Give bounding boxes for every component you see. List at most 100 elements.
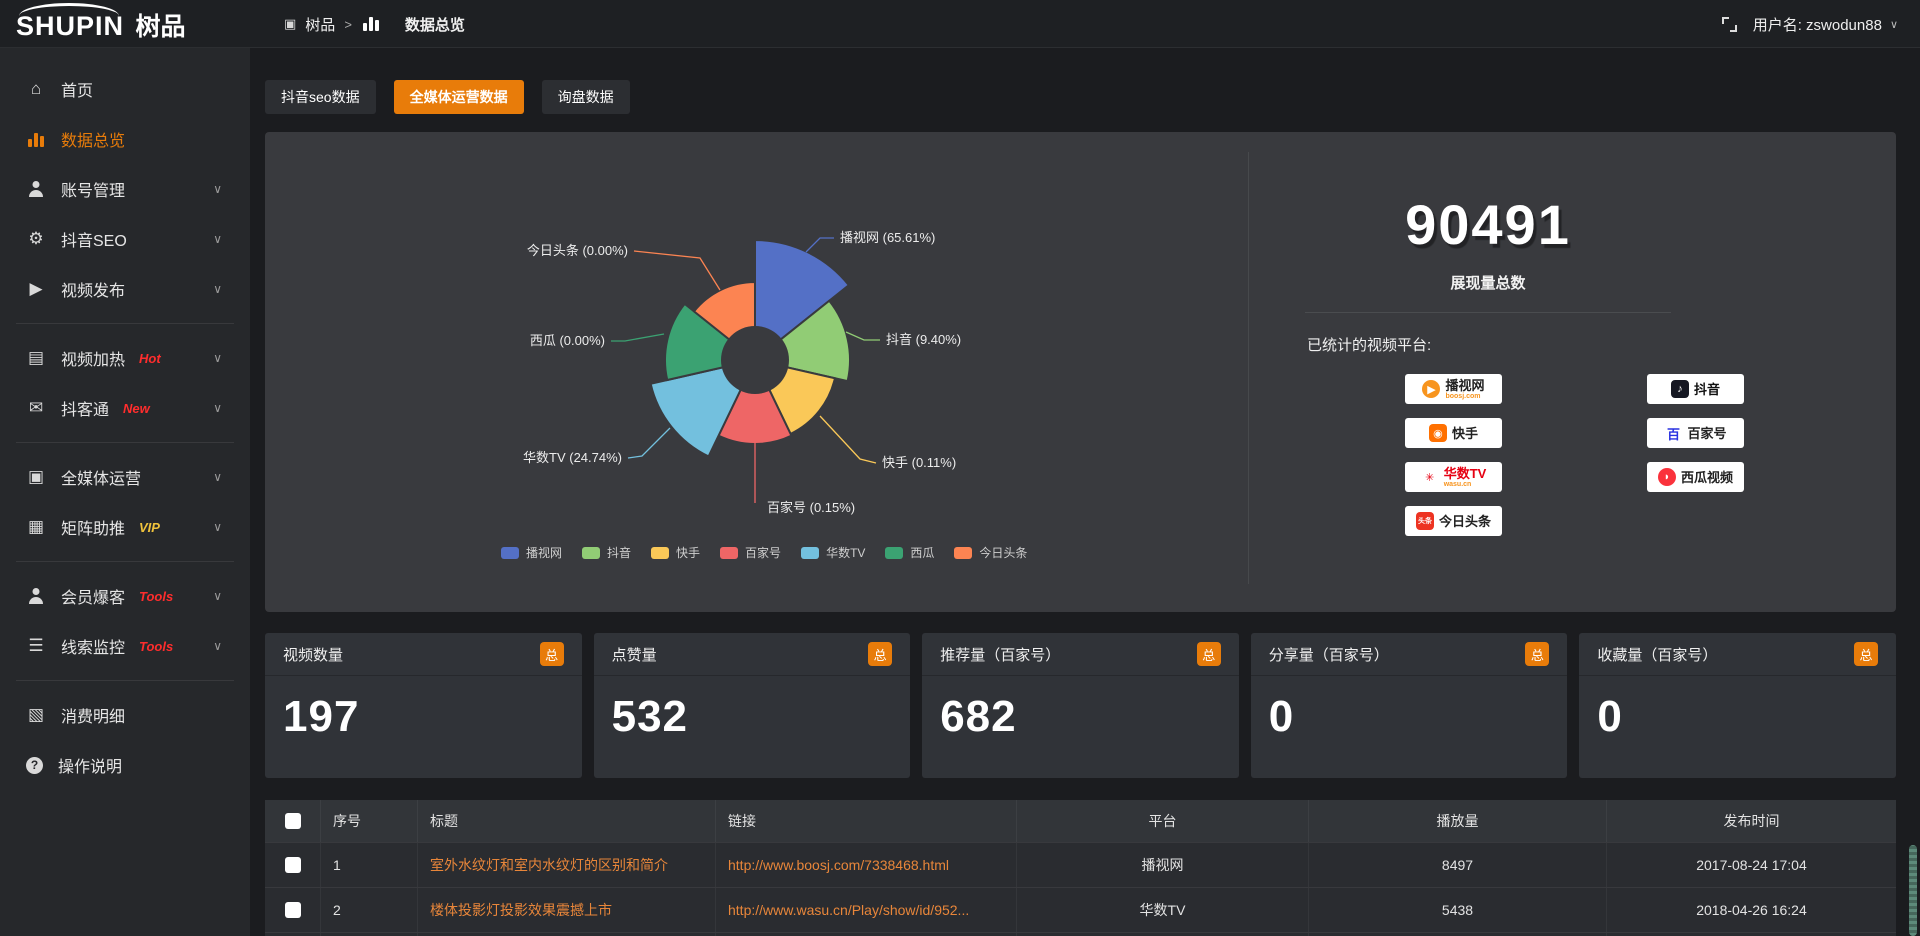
pie-hole <box>721 326 789 394</box>
sidebar-divider <box>16 680 234 681</box>
fullscreen-icon[interactable] <box>1722 17 1737 32</box>
cell-index: 1 <box>321 843 418 887</box>
sidebar-item-label: 账号管理 <box>61 177 125 201</box>
header-publish-time: 发布时间 <box>1607 800 1896 842</box>
stat-card-2: 推荐量（百家号） 总 682 <box>922 633 1239 778</box>
row-checkbox[interactable] <box>285 902 301 918</box>
sidebar-item-member-baoke[interactable]: 会员爆客Tools∨ <box>0 571 250 621</box>
platform-badge-baijiahao-logo: 百百家号 <box>1647 418 1744 448</box>
sidebar-menu: ⌂首页数据总览账号管理∨⚙抖音SEO∨▶视频发布∨▤视频加热Hot∨✉抖客通Ne… <box>0 64 250 790</box>
pie-label-line-6 <box>634 251 720 290</box>
legend-item-6[interactable]: 今日头条 <box>954 544 1027 561</box>
sidebar-divider <box>16 323 234 324</box>
platform-name: 抖音 <box>1694 383 1720 396</box>
platform-subtext: boosj.com <box>1445 393 1480 400</box>
row-checkbox[interactable] <box>285 857 301 873</box>
sidebar-item-account-manage[interactable]: 账号管理 ∨ <box>0 164 250 214</box>
cell-index: 2 <box>321 888 418 932</box>
total-impressions-value: 90491 <box>1288 192 1688 257</box>
legend-item-2[interactable]: 快手 <box>651 544 700 561</box>
pie-label-line-4 <box>628 428 670 458</box>
header-index: 序号 <box>321 800 418 842</box>
breadcrumb-current[interactable]: 数据总览 <box>405 14 465 35</box>
sidebar-item-data-overview[interactable]: 数据总览 <box>0 114 250 164</box>
cell-platform: 华数TV <box>1017 888 1309 932</box>
header-plays: 播放量 <box>1309 800 1607 842</box>
platform-badges-left: ▶播视网boosj.com◉快手✳华数TVwasu.cn头条今日头条 <box>1405 374 1502 536</box>
sidebar-item-media-operation[interactable]: ▣全媒体运营∨ <box>0 452 250 502</box>
cell-title-link[interactable]: 楼体投影灯投影效果震撼上市 <box>418 888 716 932</box>
app-logo: SHUPIN 树品 <box>16 7 185 43</box>
stat-card-value: 0 <box>1251 676 1568 742</box>
sidebar-item-consume-detail[interactable]: ▧消费明细 <box>0 690 250 740</box>
tab-2[interactable]: 询盘数据 <box>542 80 630 114</box>
sidebar-divider <box>16 561 234 562</box>
sidebar-item-matrix-boost[interactable]: ▦矩阵助推VIP∨ <box>0 502 250 552</box>
table-header-row: 序号 标题 链接 平台 播放量 发布时间 <box>265 800 1896 843</box>
sidebar-item-douketong[interactable]: ✉抖客通New∨ <box>0 383 250 433</box>
vertical-divider <box>1248 152 1249 584</box>
sidebar-item-clue-monitor[interactable]: ☰线索监控Tools∨ <box>0 621 250 671</box>
legend-item-3[interactable]: 百家号 <box>720 544 781 561</box>
legend-chip <box>720 547 738 559</box>
platform-subtext: wasu.cn <box>1444 481 1472 488</box>
breadcrumb-chart-icon <box>361 18 381 31</box>
table-row: 2 楼体投影灯投影效果震撼上市 http://www.wasu.cn/Play/… <box>265 888 1896 933</box>
sidebar-item-home[interactable]: ⌂首页 <box>0 64 250 114</box>
chart-legend: 播视网 抖音 快手 百家号 华数TV 西瓜 今日头条 <box>501 544 1027 561</box>
legend-item-0[interactable]: 播视网 <box>501 544 562 561</box>
toutiao-logo: 头条 <box>1416 512 1434 530</box>
legend-chip <box>582 547 600 559</box>
chevron-down-icon: ∨ <box>213 182 222 196</box>
legend-label: 西瓜 <box>910 544 934 561</box>
cell-title-link[interactable]: 室外水纹灯和室内水纹灯的区别和简介 <box>418 843 716 887</box>
sidebar-item-help[interactable]: ?操作说明 <box>0 740 250 790</box>
sidebar-item-label: 全媒体运营 <box>61 465 141 489</box>
sidebar-item-label: 线索监控 <box>61 634 125 658</box>
cell-url-link[interactable]: http://www.wasu.cn/Play/show/id/952... <box>716 888 1017 932</box>
legend-item-5[interactable]: 西瓜 <box>885 544 934 561</box>
platform-badges-right: ♪抖音百百家号◗西瓜视频 <box>1647 374 1744 492</box>
username-label[interactable]: 用户名: zswodun88 <box>1753 14 1882 35</box>
platforms-label: 已统计的视频平台: <box>1307 334 1431 355</box>
legend-label: 今日头条 <box>979 544 1027 561</box>
stat-card-value: 0 <box>1579 676 1896 742</box>
tab-1[interactable]: 全媒体运营数据 <box>394 80 524 114</box>
select-all-checkbox[interactable] <box>285 813 301 829</box>
logo-cjk-text: 树品 <box>135 13 185 41</box>
tab-0[interactable]: 抖音seo数据 <box>265 80 376 114</box>
breadcrumb-root[interactable]: 树品 <box>305 14 335 35</box>
legend-chip <box>501 547 519 559</box>
sidebar-item-label: 首页 <box>61 77 93 101</box>
sidebar-item-badge: New <box>123 401 150 416</box>
total-badge: 总 <box>868 642 892 666</box>
breadcrumb: ▣ 树品 > 数据总览 <box>284 0 465 48</box>
data-tabs: 抖音seo数据全媒体运营数据询盘数据 <box>265 80 630 114</box>
chevron-down-icon[interactable]: ∨ <box>1890 18 1898 31</box>
pie-label-6: 今日头条 (0.00%) <box>527 243 628 258</box>
platform-badge-douyin-logo: ♪ 抖音 <box>1647 374 1744 404</box>
table-row: 1 室外水纹灯和室内水纹灯的区别和简介 http://www.boosj.com… <box>265 843 1896 888</box>
legend-item-4[interactable]: 华数TV <box>801 544 865 561</box>
chevron-down-icon: ∨ <box>213 232 222 246</box>
header-title: 标题 <box>418 800 716 842</box>
sidebar-item-video-publish[interactable]: ▶视频发布∨ <box>0 264 250 314</box>
total-badge: 总 <box>1197 642 1221 666</box>
chevron-down-icon: ∨ <box>213 470 222 484</box>
cell-url-link[interactable]: http://www.boosj.com/7338468.html <box>716 843 1017 887</box>
user-icon <box>26 181 46 197</box>
total-badge: 总 <box>1525 642 1549 666</box>
sidebar-item-douyin-seo[interactable]: ⚙抖音SEO∨ <box>0 214 250 264</box>
pie-label-0: 播视网 (65.61%) <box>840 230 935 245</box>
legend-label: 华数TV <box>826 544 865 561</box>
page-scrollbar[interactable] <box>1909 845 1917 936</box>
kuaishou-logo: ◉ <box>1429 424 1447 442</box>
legend-label: 百家号 <box>745 544 781 561</box>
douyin-logo: ♪ <box>1671 380 1689 398</box>
legend-chip <box>651 547 669 559</box>
legend-item-1[interactable]: 抖音 <box>582 544 631 561</box>
total-badge: 总 <box>1854 642 1878 666</box>
stat-card-value: 197 <box>265 676 582 742</box>
platform-badge-kuaishou-logo: ◉快手 <box>1405 418 1502 448</box>
sidebar-item-video-heat[interactable]: ▤视频加热Hot∨ <box>0 333 250 383</box>
